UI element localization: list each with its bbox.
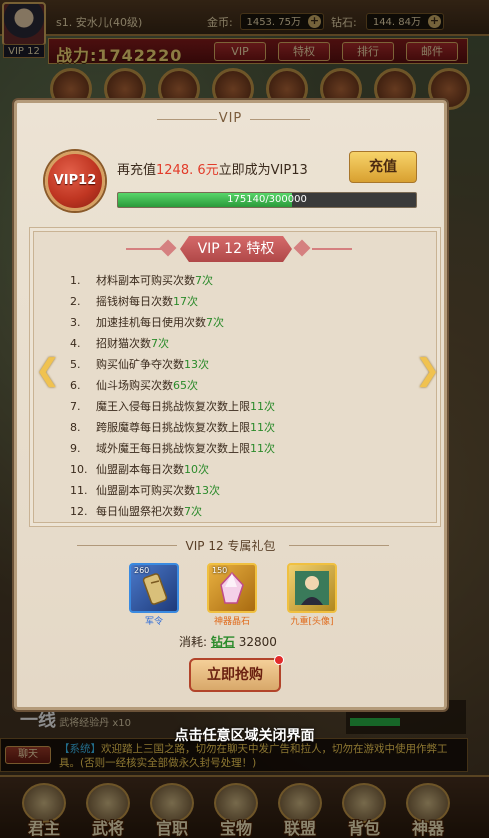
privilege-item: 2. 摇钱树每日次数17次 <box>70 291 410 312</box>
privilege-item: 7. 魔王入侵每日挑战恢复次数上限11次 <box>70 396 410 417</box>
privilege-number: 2. <box>70 295 81 308</box>
privilege-item: 11. 仙盟副本可购买次数13次 <box>70 480 410 501</box>
gift-portrait-frame[interactable] <box>287 563 337 613</box>
privilege-text: 招财猫次数 <box>96 337 151 350</box>
privilege-number: 4. <box>70 337 81 350</box>
privilege-number: 5. <box>70 358 81 371</box>
privilege-number: 6. <box>70 379 81 392</box>
privilege-text: 购买仙矿争夺次数 <box>96 358 184 371</box>
vip-progress-text: 175140/300000 <box>227 194 307 205</box>
close-hint: 点击任意区域关闭界面 <box>174 728 315 744</box>
privilege-number: 8. <box>70 421 81 434</box>
privilege-item: 10. 仙盟副本每日次数10次 <box>70 459 410 480</box>
gift-artifact-crystal[interactable]: 150 <box>207 563 257 613</box>
privilege-text: 跨服魔尊每日挑战恢复次数上限 <box>96 421 250 434</box>
cost-label: 消耗: <box>179 635 208 649</box>
gift-count: 150 <box>212 566 228 575</box>
privilege-number: 11. <box>70 484 88 497</box>
privilege-text: 加速挂机每日使用次数 <box>96 316 206 329</box>
privilege-value: 13次 <box>184 358 209 371</box>
recharge-button[interactable]: 充值 <box>349 151 417 183</box>
notification-dot-icon <box>274 655 284 665</box>
privileges-diamond-right <box>293 239 311 257</box>
privilege-number: 9. <box>70 442 81 455</box>
prev-page-arrow-icon[interactable]: ❮ <box>35 353 60 389</box>
privileges-box: VIP 12 特权 1. 材料副本可购买次数7次 2. 摇钱树每日次数17次 3. 加速挂… <box>29 227 441 527</box>
privilege-value: 11次 <box>250 421 275 434</box>
privilege-text: 每日仙盟祭祀次数 <box>96 505 184 518</box>
portrait-frame-icon <box>295 571 329 605</box>
privilege-value: 7次 <box>195 274 213 287</box>
privilege-value: 7次 <box>184 505 202 518</box>
privileges-deco-line <box>312 248 352 250</box>
recharge-hint: 再充值1248. 6元立即成为VIP13 <box>117 159 308 178</box>
gift-label: 神器晶石 <box>213 617 250 627</box>
privilege-text: 域外魔王每日挑战恢复次数上限 <box>96 442 250 455</box>
privilege-value: 7次 <box>206 316 224 329</box>
buy-now-label: 立即抢购 <box>207 667 263 683</box>
privileges-diamond-left <box>159 239 177 257</box>
privilege-text: 摇钱树每日次数 <box>96 295 173 308</box>
privilege-number: 12. <box>70 505 88 518</box>
privilege-value: 10次 <box>184 463 209 476</box>
gift-count: 260 <box>134 566 150 575</box>
gift-label: 九重[头像] <box>290 617 334 627</box>
privilege-number: 10. <box>70 463 88 476</box>
privilege-item: 12. 每日仙盟祭祀次数7次 <box>70 501 410 522</box>
privilege-value: 65次 <box>173 379 198 392</box>
privilege-item: 9. 域外魔王每日挑战恢复次数上限11次 <box>70 438 410 459</box>
privilege-item: 4. 招财猫次数7次 <box>70 333 410 354</box>
privilege-item: 8. 跨服魔尊每日挑战恢复次数上限11次 <box>70 417 410 438</box>
recharge-amount: 1248. 6元 <box>156 163 219 178</box>
next-page-arrow-icon[interactable]: ❯ <box>415 353 440 389</box>
recharge-prefix: 再充值 <box>117 163 157 178</box>
gift-divider-right <box>289 545 389 546</box>
privilege-number: 7. <box>70 400 81 413</box>
privilege-text: 魔王入侵每日挑战恢复次数上限 <box>96 400 250 413</box>
privilege-text: 材料副本可购买次数 <box>96 274 195 287</box>
privileges-list: 1. 材料副本可购买次数7次 2. 摇钱树每日次数17次 3. 加速挂机每日使用次数7次 4… <box>70 270 410 522</box>
cost-line: 消耗: 钻石 32800 <box>179 633 277 650</box>
privilege-item: 3. 加速挂机每日使用次数7次 <box>70 312 410 333</box>
privilege-item: 6. 仙斗场购买次数65次 <box>70 375 410 396</box>
vip-panel: VIP VIP12 再充值1248. 6元立即成为VIP13 充值 175140… <box>14 100 447 710</box>
vip-level-badge: VIP12 <box>45 151 105 211</box>
privilege-value: 7次 <box>151 337 169 350</box>
privilege-text: 仙盟副本每日次数 <box>96 463 184 476</box>
title-divider-right <box>250 119 310 120</box>
privilege-number: 1. <box>70 274 81 287</box>
privilege-value: 11次 <box>250 442 275 455</box>
privilege-text: 仙盟副本可购买次数 <box>96 484 195 497</box>
panel-title: VIP <box>218 111 243 126</box>
privilege-value: 17次 <box>173 295 198 308</box>
recharge-suffix: 立即成为VIP13 <box>218 163 308 178</box>
cost-value: 32800 <box>238 635 277 649</box>
privilege-item: 5. 购买仙矿争夺次数13次 <box>70 354 410 375</box>
vip-progress-bar: 175140/300000 <box>117 192 417 208</box>
gift-command-token[interactable]: 260 <box>129 563 179 613</box>
privilege-number: 3. <box>70 316 81 329</box>
buy-now-button[interactable]: 立即抢购 <box>189 655 284 692</box>
privilege-value: 11次 <box>250 400 275 413</box>
privilege-text: 仙斗场购买次数 <box>96 379 173 392</box>
gift-label: 军令 <box>144 617 163 627</box>
privilege-value: 13次 <box>195 484 220 497</box>
cost-currency: 钻石 <box>210 635 235 649</box>
privilege-item: 1. 材料副本可购买次数7次 <box>70 270 410 291</box>
privileges-header: VIP 12 特权 <box>180 236 292 262</box>
